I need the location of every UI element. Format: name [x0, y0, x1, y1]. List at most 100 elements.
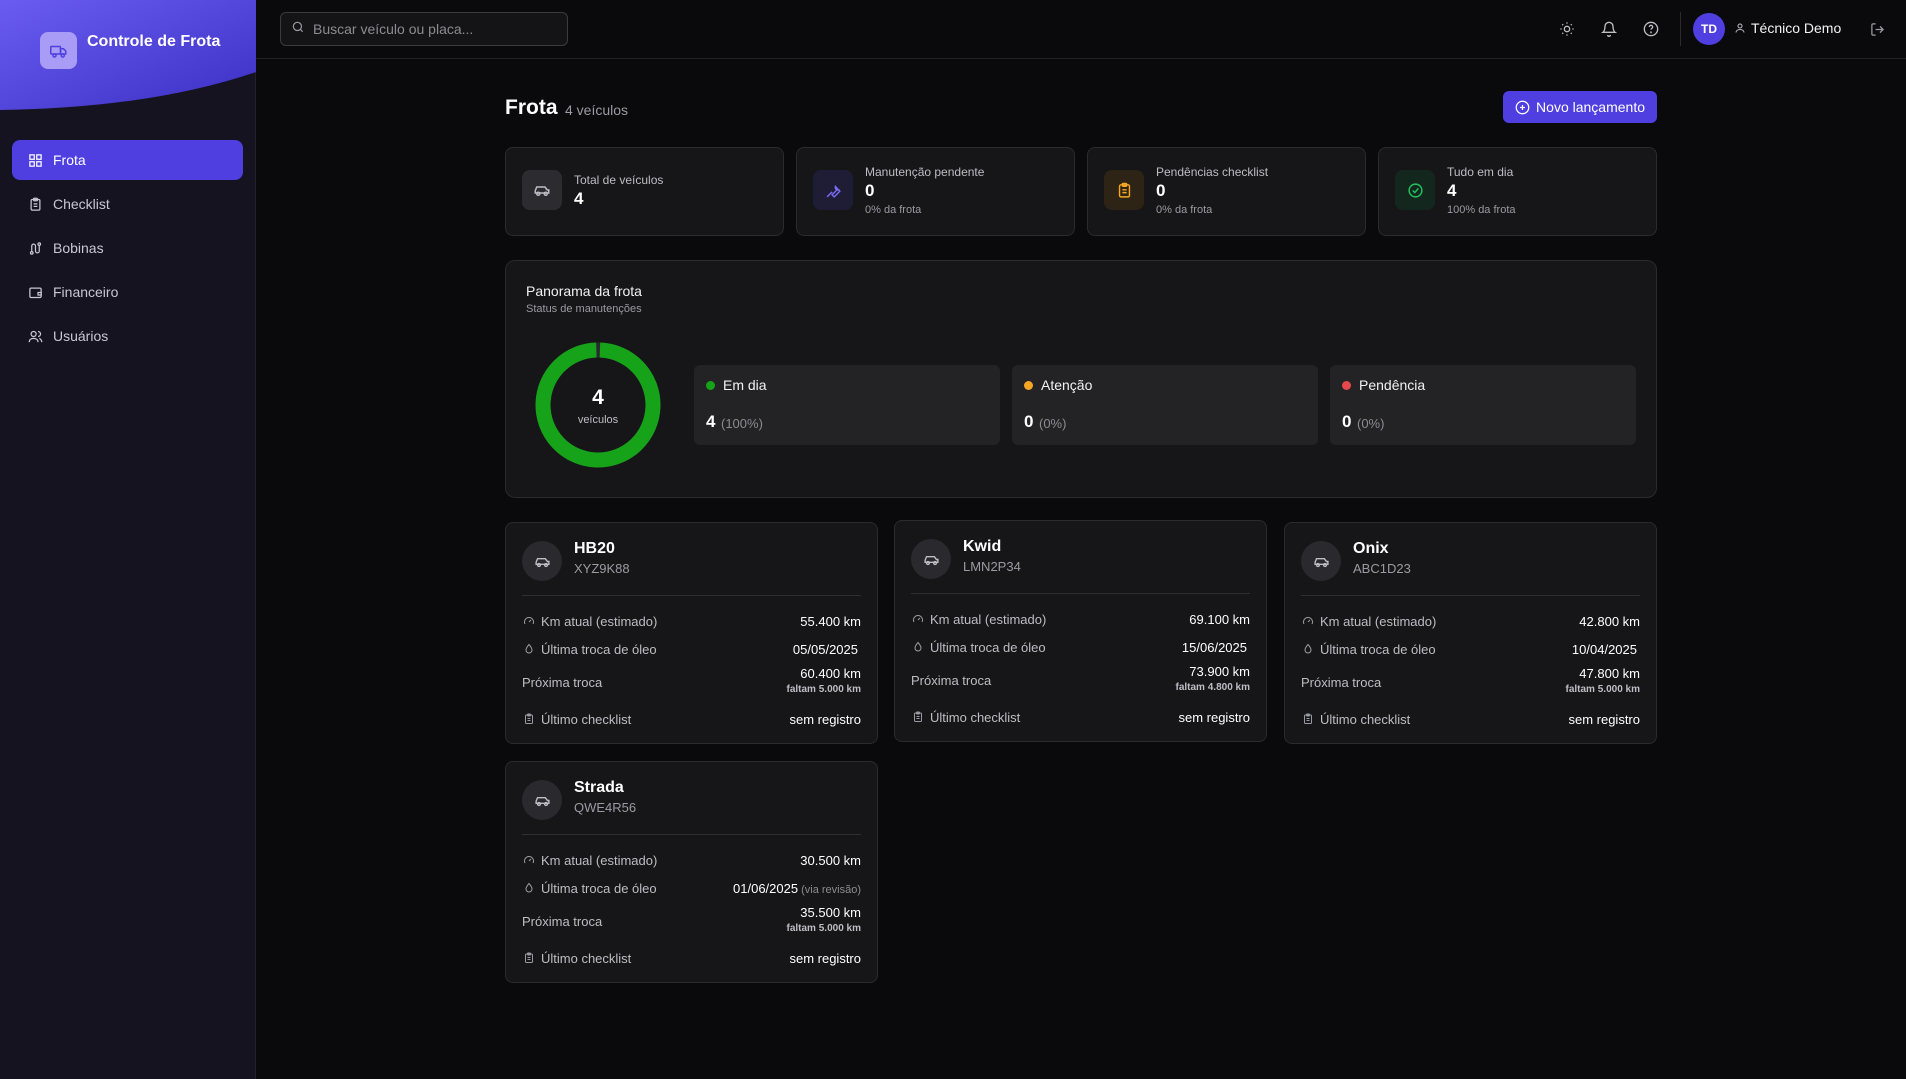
- status-value: 4: [706, 412, 716, 431]
- avatar[interactable]: TD: [1693, 13, 1725, 45]
- new-entry-button[interactable]: Novo lançamento: [1503, 91, 1657, 123]
- fleet-overview-panel: Panorama da frota Status de manutenções …: [505, 260, 1657, 498]
- oil-extra: (via revisão): [801, 883, 861, 896]
- user-icon: [1734, 22, 1746, 34]
- oil-value: 15/06/2025: [1182, 640, 1250, 655]
- status-dot: [1024, 381, 1033, 390]
- droplet-icon: [522, 881, 536, 895]
- sidebar-item-label: Bobinas: [53, 240, 104, 256]
- stat-label: Tudo em dia: [1447, 165, 1514, 179]
- vehicle-plate: ABC1D23: [1353, 561, 1411, 576]
- car-icon: [522, 541, 562, 581]
- new-entry-label: Novo lançamento: [1536, 99, 1645, 115]
- vehicle-plate: QWE4R56: [574, 800, 637, 815]
- wallet-icon: [27, 284, 43, 300]
- wrench-icon: [813, 170, 853, 210]
- checklist-row: Último checklist sem registro: [522, 709, 861, 729]
- search-icon: [291, 20, 305, 39]
- gauge-icon: [911, 612, 925, 626]
- droplet-icon: [911, 640, 925, 654]
- km-label: Km atual (estimado): [930, 611, 1047, 627]
- sidebar-item-bobinas[interactable]: Bobinas: [12, 228, 243, 268]
- checklist-row: Último checklist sem registro: [1301, 709, 1640, 729]
- sidebar-item-usuarios[interactable]: Usuários: [12, 316, 243, 356]
- oil-label: Última troca de óleo: [541, 641, 657, 657]
- checklist-label: Último checklist: [541, 711, 632, 727]
- status-atencao: Atenção 0 (0%): [1012, 365, 1318, 445]
- plus-circle-icon: [1515, 100, 1530, 115]
- status-name: Atenção: [1041, 377, 1093, 393]
- next-change-label: Próxima troca: [522, 914, 603, 929]
- search-input[interactable]: [313, 21, 553, 37]
- next-change-remaining: faltam 5.000 km: [786, 923, 862, 934]
- status-percent: (100%): [721, 416, 763, 431]
- km-value: 42.800 km: [1579, 613, 1640, 629]
- oil-row: Última troca de óleo 01/06/2025 (via revi…: [522, 878, 861, 898]
- vehicle-plate: LMN2P34: [963, 559, 1021, 574]
- brand-header: Controle de Frota: [0, 0, 256, 110]
- vehicle-plate: XYZ9K88: [574, 561, 630, 576]
- oil-value: 05/05/2025: [793, 642, 861, 657]
- oil-label: Última troca de óleo: [930, 639, 1046, 655]
- truck-icon: [40, 32, 77, 69]
- check-circle-icon: [1395, 170, 1435, 210]
- vehicle-card[interactable]: Onix ABC1D23 Km atual (estimado) 42.800 …: [1284, 522, 1657, 744]
- donut-label: veículos: [577, 414, 619, 426]
- vehicle-card[interactable]: Strada QWE4R56 Km atual (estimado) 30.50…: [505, 761, 878, 983]
- stats-row: Total de veículos 4 Manutenção pendente …: [505, 147, 1657, 236]
- km-label: Km atual (estimado): [541, 613, 658, 629]
- vehicle-name: Onix: [1353, 540, 1389, 557]
- vehicle-card[interactable]: HB20 XYZ9K88 Km atual (estimado) 55.400 …: [505, 522, 878, 744]
- grid-icon: [27, 152, 43, 168]
- page-title: Frota: [505, 96, 558, 119]
- oil-date: 05/05/2025: [792, 641, 858, 657]
- sidebar-item-label: Checklist: [53, 196, 110, 212]
- status-percent: (0%): [1039, 416, 1067, 431]
- checklist-row: Último checklist sem registro: [911, 707, 1250, 727]
- oil-label: Última troca de óleo: [541, 880, 657, 896]
- next-change-label: Próxima troca: [522, 675, 603, 690]
- checklist-value: sem registro: [1178, 709, 1250, 725]
- clipboard-icon: [27, 196, 43, 212]
- stat-sub: 0% da frota: [1156, 204, 1213, 216]
- stat-value: 4: [574, 189, 584, 208]
- panel-subtitle: Status de manutenções: [526, 303, 642, 315]
- bell-icon[interactable]: [1597, 17, 1621, 41]
- km-label: Km atual (estimado): [1320, 613, 1437, 629]
- search-box: [280, 12, 568, 46]
- stat-maintenance-pending: Manutenção pendente 0 0% da frota: [796, 147, 1075, 236]
- sidebar-item-checklist[interactable]: Checklist: [12, 184, 243, 224]
- gauge-icon: [1301, 614, 1315, 628]
- vehicle-name: Kwid: [963, 538, 1002, 555]
- gauge-icon: [522, 614, 536, 628]
- checklist-label: Último checklist: [1320, 711, 1411, 727]
- next-change-remaining: faltam 5.000 km: [1565, 684, 1641, 695]
- page-header: Frota 4 veículos Novo lançamento: [505, 90, 1657, 126]
- vehicle-card[interactable]: Kwid LMN2P34 Km atual (estimado) 69.100 …: [894, 520, 1267, 742]
- status-percent: (0%): [1357, 416, 1385, 431]
- status-em-dia: Em dia 4 (100%): [694, 365, 1000, 445]
- user-menu[interactable]: Técnico Demo: [1734, 20, 1841, 36]
- status-name: Pendência: [1359, 377, 1426, 393]
- donut-value: 4: [592, 386, 604, 409]
- stat-checklist-pending: Pendências checklist 0 0% da frota: [1087, 147, 1366, 236]
- logout-icon[interactable]: [1865, 17, 1889, 41]
- sun-icon[interactable]: [1555, 17, 1579, 41]
- oil-row: Última troca de óleo 15/06/2025: [911, 637, 1250, 657]
- clipboard-icon: [522, 712, 536, 726]
- sidebar-item-frota[interactable]: Frota: [12, 140, 243, 180]
- droplet-icon: [1301, 642, 1315, 656]
- next-change-value: 47.800 km: [1579, 666, 1640, 681]
- stat-label: Pendências checklist: [1156, 165, 1269, 179]
- help-icon[interactable]: [1639, 17, 1663, 41]
- clipboard-icon: [1301, 712, 1315, 726]
- oil-date: 01/06/2025: [733, 880, 799, 896]
- main-content: Frota 4 veículos Novo lançamento Total d…: [505, 90, 1657, 983]
- km-row: Km atual (estimado) 42.800 km: [1301, 611, 1640, 631]
- user-name: Técnico Demo: [1751, 20, 1842, 36]
- oil-label: Última troca de óleo: [1320, 641, 1436, 657]
- sidebar-item-label: Usuários: [53, 328, 109, 344]
- km-label: Km atual (estimado): [541, 852, 658, 868]
- sidebar-item-financeiro[interactable]: Financeiro: [12, 272, 243, 312]
- stat-value: 0: [865, 181, 875, 200]
